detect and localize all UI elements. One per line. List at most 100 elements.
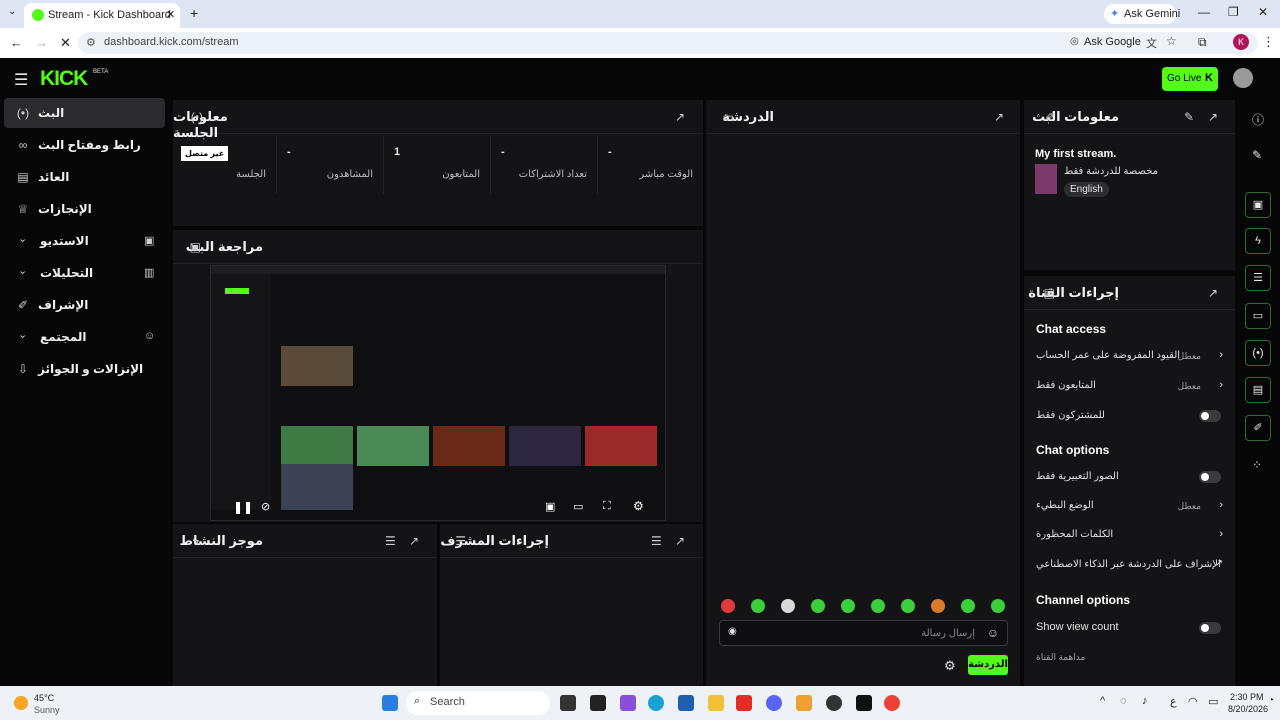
show-view-count-toggle[interactable] — [1199, 622, 1221, 634]
emote-icon[interactable] — [871, 599, 885, 613]
emotes-only-toggle[interactable] — [1199, 471, 1221, 483]
chrome-icon[interactable] — [884, 695, 900, 711]
settings-gear-icon[interactable]: ⚙ — [633, 499, 644, 513]
emote-icon[interactable] — [991, 599, 1005, 613]
sidebar-item[interactable]: ▥ ⌄ التحليلات — [4, 258, 165, 288]
app-icon[interactable] — [796, 695, 812, 711]
url-field[interactable]: ⚙ dashboard.kick.com/stream ◎ Ask Google… — [78, 32, 1258, 54]
youtube-icon[interactable] — [736, 695, 752, 711]
hamburger-menu-icon[interactable]: ☰ — [14, 70, 28, 90]
filter-icon[interactable]: ☰ — [385, 534, 396, 548]
kick-logo[interactable]: KICK — [40, 67, 88, 91]
site-info-icon[interactable]: ⚙ — [86, 36, 96, 49]
stream-preview-video[interactable]: ❚❚ ⊘ ▣ ▭ ⛶ ⚙ — [210, 265, 666, 521]
emote-icon[interactable] — [811, 599, 825, 613]
network-icon[interactable]: ◌ — [1120, 695, 1127, 707]
epic-games-icon[interactable] — [590, 695, 606, 711]
discord-icon[interactable] — [766, 695, 782, 711]
rail-chat-button[interactable]: ▭ — [1245, 303, 1271, 329]
back-icon[interactable]: ← — [10, 35, 23, 50]
keyboard-lang[interactable]: ع — [1170, 695, 1177, 708]
sidebar-item[interactable]: ∞ رابط ومفتاح البث — [4, 130, 165, 160]
emote-icon[interactable] — [751, 599, 765, 613]
followers-only-row[interactable]: المتابعون فقط معطل › — [1024, 376, 1235, 396]
maximize-icon[interactable]: ❐ — [1228, 5, 1239, 19]
go-live-button[interactable]: Go Live K — [1162, 67, 1218, 91]
emote-icon[interactable] — [961, 599, 975, 613]
slow-mode-row[interactable]: الوضع البطيء معطل › — [1024, 496, 1235, 516]
edit-pencil-icon[interactable]: ✎ — [1184, 110, 1194, 124]
chat-settings-icon[interactable]: ⚙ — [944, 658, 956, 674]
banned-words-row[interactable]: الكلمات المحظورة › — [1024, 525, 1235, 545]
mute-icon[interactable]: ⊘ — [261, 500, 270, 513]
ask-gemini-button[interactable]: ✦ Ask Gemini — [1104, 4, 1180, 24]
tray-chevron-icon[interactable]: ^ — [1100, 695, 1105, 707]
chat-input[interactable]: إرسال رسالة ☺ ◉ — [719, 620, 1008, 646]
sidebar-item[interactable]: ✐ الإشراف — [4, 290, 165, 320]
rail-studio-button[interactable]: ▣ — [1245, 192, 1271, 218]
window-close-icon[interactable]: ✕ — [1258, 5, 1268, 19]
edge-icon[interactable] — [648, 695, 664, 711]
popout-icon[interactable]: ↗ — [994, 110, 1004, 124]
emote-icon[interactable] — [781, 599, 795, 613]
user-avatar[interactable] — [1233, 68, 1253, 88]
shield-icon[interactable]: ◉ — [728, 626, 737, 637]
wifi-icon[interactable]: ◠ — [1188, 695, 1198, 708]
extensions-icon[interactable]: ⧉ — [1198, 35, 1207, 50]
rail-list-button[interactable]: ☰ — [1245, 265, 1271, 291]
rail-lightning-button[interactable]: ϟ — [1245, 228, 1271, 254]
minimize-icon[interactable]: — — [1198, 5, 1210, 19]
emote-icon[interactable] — [931, 599, 945, 613]
rail-broadcast-button[interactable]: (•) — [1245, 340, 1271, 366]
new-tab-icon[interactable]: + — [190, 5, 198, 21]
channel-nuke-label[interactable]: مداهمة القناة — [1036, 652, 1085, 663]
mic-icon[interactable]: ♪ — [1142, 695, 1148, 707]
theater-icon[interactable]: ▭ — [573, 500, 583, 513]
browser-menu-icon[interactable]: ⋮ — [1262, 34, 1275, 50]
battery-icon[interactable]: ▭ — [1208, 695, 1218, 708]
ai-moderation-row[interactable]: الإشراف على الدردشة عبر الذكاء الاصطناعي… — [1024, 555, 1235, 575]
bookmark-star-icon[interactable]: ☆ — [1166, 34, 1177, 48]
sidebar-item[interactable]: ▣ ⌄ الاستديو — [4, 226, 165, 256]
translate-icon[interactable]: 文 — [1146, 35, 1157, 51]
info-icon[interactable]: ⓘ — [1252, 111, 1264, 128]
tab-list-icon[interactable]: ⌄ — [8, 6, 16, 17]
subscribers-only-toggle[interactable] — [1199, 410, 1221, 422]
rail-more-icon[interactable]: ⁘ — [1252, 458, 1262, 472]
capcut-icon[interactable] — [856, 695, 872, 711]
emote-icon[interactable] — [721, 599, 735, 613]
pause-icon[interactable]: ❚❚ — [233, 500, 253, 514]
ask-google-button[interactable]: ◎ Ask Google — [1068, 34, 1141, 52]
sidebar-item[interactable]: ⇩ الإنزالات و الجوائز — [4, 354, 165, 384]
sidebar-item[interactable]: (•) البث — [4, 98, 165, 128]
task-view-icon[interactable] — [560, 695, 576, 711]
emote-icon[interactable] — [841, 599, 855, 613]
profile-avatar[interactable]: K — [1233, 34, 1249, 50]
sidebar-item[interactable]: ▤ العائد — [4, 162, 165, 192]
fullscreen-icon[interactable]: ⛶ — [603, 500, 611, 513]
sidebar-item[interactable]: ♕ الإنجازات — [4, 194, 165, 224]
clock-time[interactable]: 2:30 PM — [1230, 692, 1264, 702]
rail-channel-button[interactable]: ▤ — [1245, 377, 1271, 403]
emote-icon[interactable] — [901, 599, 915, 613]
windows-start-icon[interactable] — [382, 695, 398, 711]
filter-icon[interactable]: ☰ — [651, 534, 662, 548]
file-explorer-icon[interactable] — [708, 695, 724, 711]
store-icon[interactable] — [678, 695, 694, 711]
browser-tab[interactable]: Stream - Kick Dashboard ✕ — [24, 3, 180, 28]
taskbar-search[interactable]: ⌕ Search — [406, 691, 550, 715]
clock-date[interactable]: 8/20/2026 — [1228, 704, 1268, 714]
emoji-icon[interactable]: ☺ — [987, 626, 999, 640]
account-age-row[interactable]: القيود المفروضة على عمر الحساب معطل › — [1024, 346, 1235, 366]
popout-icon[interactable]: ↗ — [1208, 286, 1218, 300]
popout-icon[interactable]: ↗ — [409, 534, 419, 548]
obs-icon[interactable] — [826, 695, 842, 711]
sidebar-item[interactable]: ☺ ⌄ المجتمع — [4, 322, 165, 352]
popout-icon[interactable]: ↗ — [675, 110, 685, 124]
chat-send-button[interactable]: الدردشة — [968, 655, 1008, 675]
photos-icon[interactable] — [620, 695, 636, 711]
stop-icon[interactable]: ✕ — [60, 35, 71, 51]
tab-close-icon[interactable]: ✕ — [166, 8, 175, 21]
notification-bell-icon[interactable]: ◔ — [1268, 695, 1274, 706]
forward-icon[interactable]: → — [35, 35, 48, 50]
